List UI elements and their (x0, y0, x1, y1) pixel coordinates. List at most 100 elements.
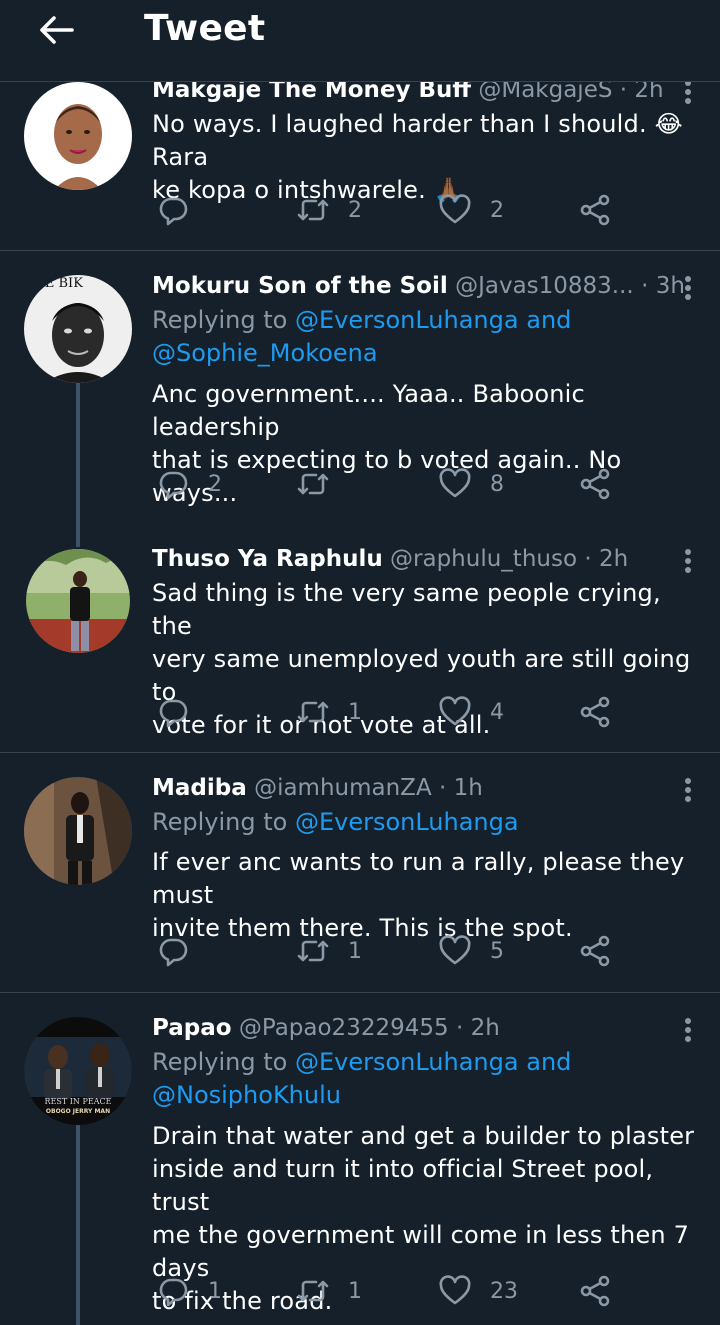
like-icon (438, 934, 472, 968)
author-name[interactable]: Thuso Ya Raphulu (152, 546, 383, 572)
tweet-text-line: Drain that water and get a builder to pl… (152, 1122, 695, 1150)
tweet-item[interactable]: REST IN PEACE OBOGO JERRY MAN Papao @Pap… (0, 993, 720, 1325)
like-icon (438, 193, 472, 227)
avatar[interactable] (24, 82, 132, 190)
replying-to: @NosiphoKhulu (152, 1079, 700, 1112)
retweet-icon (296, 1274, 330, 1308)
reply-count: 1 (208, 1278, 222, 1304)
like-count: 5 (490, 938, 504, 964)
retweet-button[interactable]: 1 (296, 929, 362, 973)
avatar[interactable] (24, 777, 132, 885)
reply-icon (156, 1274, 190, 1308)
reply-icon (156, 193, 190, 227)
more-icon[interactable] (676, 776, 700, 804)
tweet-item[interactable]: Thuso Ya Raphulu @raphulu_thuso · 2h Sad… (0, 529, 720, 753)
tweet-actions: 2 2 (152, 188, 622, 232)
share-button[interactable] (578, 188, 612, 232)
share-icon (578, 1274, 612, 1308)
avatar[interactable] (26, 549, 130, 653)
tweet-item[interactable]: Madiba @iamhumanZA · 1h Replying to @Eve… (0, 753, 720, 993)
like-count: 2 (490, 197, 504, 223)
reply-button[interactable] (156, 188, 208, 232)
replying-to: Replying to @EversonLuhanga and (152, 1046, 700, 1079)
retweet-button[interactable] (296, 462, 348, 506)
reply-button[interactable]: 1 (156, 1269, 222, 1313)
avatar[interactable]: REST IN PEACE OBOGO JERRY MAN (24, 1017, 132, 1125)
retweet-count: 1 (348, 938, 362, 964)
mention-link[interactable]: @Sophie_Mokoena (152, 339, 378, 367)
author-handle[interactable]: @raphulu_thuso (390, 546, 577, 572)
tweet-item[interactable]: Makgaje The Money Buff @MakgajeS · 2h No… (0, 70, 720, 251)
retweet-count: 1 (348, 699, 362, 725)
retweet-icon (296, 934, 330, 968)
tweet-text-line: If ever anc wants to run a rally, please… (152, 848, 685, 909)
more-icon[interactable] (676, 78, 700, 106)
tweet-meta: Mokuru Son of the Soil @Javas10883... · … (152, 268, 700, 304)
like-button[interactable]: 4 (438, 690, 504, 734)
author-handle[interactable]: @Javas10883... (455, 273, 634, 299)
share-button[interactable] (578, 1269, 612, 1313)
replying-prefix: Replying to (152, 306, 288, 334)
more-icon[interactable] (676, 274, 700, 302)
tweet-text-line: inside and turn it into official Street … (152, 1155, 654, 1216)
mention-link[interactable]: @EversonLuhanga (295, 306, 519, 334)
mention-link[interactable]: @NosiphoKhulu (152, 1081, 341, 1109)
like-button[interactable]: 8 (438, 462, 504, 506)
retweet-icon (296, 193, 330, 227)
avatar-label: EVE BIK (26, 276, 83, 291)
retweet-icon (296, 467, 330, 501)
replying-and[interactable]: and (526, 1048, 571, 1076)
share-icon (578, 467, 612, 501)
avatar[interactable]: EVE BIK (24, 275, 132, 383)
reply-count: 2 (208, 471, 222, 497)
tweet-meta: Thuso Ya Raphulu @raphulu_thuso · 2h (152, 541, 700, 577)
like-count: 4 (490, 699, 504, 725)
replying-prefix: Replying to (152, 1048, 288, 1076)
tweet-actions: 2 8 (152, 462, 622, 506)
retweet-count: 2 (348, 197, 362, 223)
mention-link[interactable]: @EversonLuhanga (295, 1048, 519, 1076)
author-handle[interactable]: @Papao23229455 (239, 1015, 449, 1041)
like-button[interactable]: 23 (438, 1269, 518, 1313)
like-button[interactable]: 2 (438, 188, 504, 232)
share-icon (578, 193, 612, 227)
timestamp: 1h (453, 775, 483, 801)
tweet-actions: 1 5 (152, 929, 622, 973)
like-button[interactable]: 5 (438, 929, 504, 973)
separator: · (641, 273, 649, 299)
retweet-count: 1 (348, 1278, 362, 1304)
reply-icon (156, 467, 190, 501)
avatar-label: REST IN PEACE (45, 1097, 112, 1106)
top-bar: Tweet (0, 0, 720, 82)
reply-button[interactable]: 2 (156, 462, 222, 506)
retweet-button[interactable]: 2 (296, 188, 362, 232)
more-icon[interactable] (676, 1016, 700, 1044)
retweet-button[interactable]: 1 (296, 1269, 362, 1313)
retweet-button[interactable]: 1 (296, 690, 362, 734)
share-icon (578, 934, 612, 968)
share-button[interactable] (578, 462, 612, 506)
tweet-item[interactable]: EVE BIK Mokuru Son of the Soil @Javas108… (0, 251, 720, 529)
more-icon[interactable] (676, 547, 700, 575)
page-title: Tweet (144, 8, 266, 49)
thread-line (76, 383, 80, 529)
author-name[interactable]: Papao (152, 1015, 232, 1041)
share-button[interactable] (578, 929, 612, 973)
tweet-actions: 1 1 23 (152, 1269, 622, 1313)
share-icon (578, 695, 612, 729)
reply-icon (156, 695, 190, 729)
author-name[interactable]: Mokuru Son of the Soil (152, 273, 448, 299)
like-icon (438, 467, 472, 501)
author-handle[interactable]: @iamhumanZA (254, 775, 432, 801)
back-arrow-icon[interactable] (36, 10, 76, 50)
mention-link[interactable]: @EversonLuhanga (295, 808, 519, 836)
author-name[interactable]: Madiba (152, 775, 247, 801)
reply-button[interactable] (156, 929, 208, 973)
replying-and[interactable]: and (526, 306, 571, 334)
share-button[interactable] (578, 690, 612, 734)
thread-line (76, 529, 80, 547)
reply-button[interactable] (156, 690, 208, 734)
replying-to: Replying to @EversonLuhanga (152, 806, 700, 839)
like-count: 23 (490, 1278, 518, 1304)
replying-to: @Sophie_Mokoena (152, 337, 700, 370)
